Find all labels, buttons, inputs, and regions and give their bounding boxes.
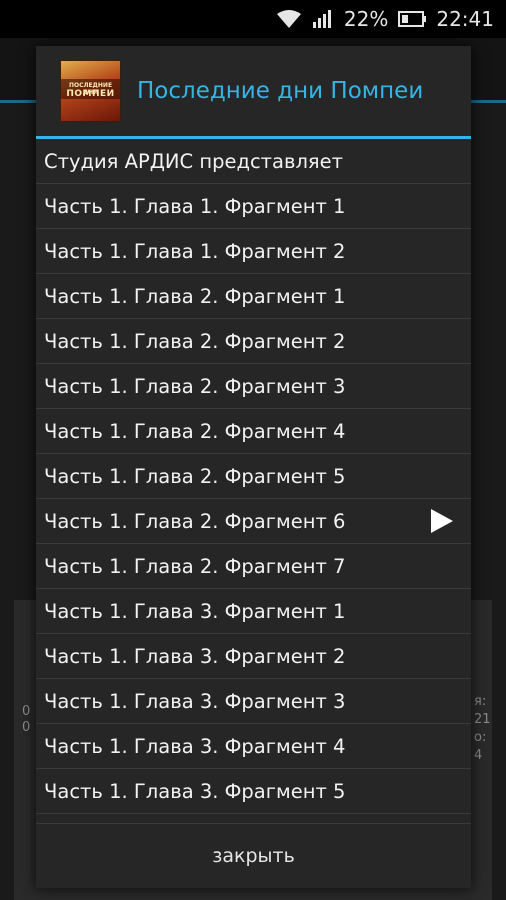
cover-line-2: ПОМПЕИ xyxy=(66,89,115,99)
track-list-item[interactable]: Часть 1. Глава 3. Фрагмент 4 xyxy=(36,724,471,769)
clock: 22:41 xyxy=(436,7,494,31)
book-cover-image: ПОСЛЕДНИЕ ДНИ ПОМПЕИ xyxy=(60,60,121,122)
background-text-fragment: 0 xyxy=(22,704,31,719)
close-button[interactable]: закрыть xyxy=(36,823,471,888)
track-list-item[interactable]: Часть 1. Глава 2. Фрагмент 3 xyxy=(36,364,471,409)
track-list-item[interactable]: Часть 1. Глава 2. Фрагмент 7 xyxy=(36,544,471,589)
track-list-item[interactable]: Часть 1. Глава 2. Фрагмент 2 xyxy=(36,319,471,364)
track-label: Часть 1. Глава 2. Фрагмент 3 xyxy=(44,374,346,398)
track-list-item[interactable]: Часть 1. Глава 2. Фрагмент 4 xyxy=(36,409,471,454)
background-text-fragment: 4 xyxy=(474,748,483,763)
track-list-item[interactable]: Часть 1. Глава 3. Фрагмент 1 xyxy=(36,589,471,634)
battery-percent: 22% xyxy=(343,7,389,31)
dialog-header: ПОСЛЕДНИЕ ДНИ ПОМПЕИ Последние дни Помпе… xyxy=(36,46,471,136)
track-label: Часть 1. Глава 1. Фрагмент 2 xyxy=(44,239,346,263)
background-text-fragment: 0 xyxy=(22,720,31,735)
dialog-title: Последние дни Помпеи xyxy=(137,78,424,104)
play-icon xyxy=(431,509,453,533)
background-text-fragment: я: xyxy=(474,694,487,709)
signal-icon xyxy=(312,9,334,29)
track-list-item[interactable]: Часть 1. Глава 2. Фрагмент 6 xyxy=(36,499,471,544)
track-list-item[interactable]: Часть 1. Глава 2. Фрагмент 5 xyxy=(36,454,471,499)
track-list-item[interactable]: Часть 1. Глава 1. Фрагмент 1 xyxy=(36,184,471,229)
playlist-dialog: ПОСЛЕДНИЕ ДНИ ПОМПЕИ Последние дни Помпе… xyxy=(36,46,471,888)
background-text-fragment: 21 xyxy=(474,712,491,727)
track-label: Часть 1. Глава 3. Фрагмент 3 xyxy=(44,689,346,713)
status-bar: 22% 22:41 xyxy=(0,0,506,38)
battery-icon xyxy=(398,10,427,28)
track-label: Часть 1. Глава 2. Фрагмент 4 xyxy=(44,419,346,443)
track-label: Часть 1. Глава 3. Фрагмент 1 xyxy=(44,599,346,623)
background-text-fragment: о: xyxy=(474,730,487,745)
track-label: Часть 1. Глава 2. Фрагмент 5 xyxy=(44,464,346,488)
track-list-item[interactable]: Часть 1. Глава 3. Фрагмент 5 xyxy=(36,769,471,814)
track-label: Часть 1. Глава 1. Фрагмент 1 xyxy=(44,194,346,218)
track-label: Часть 1. Глава 3. Фрагмент 4 xyxy=(44,734,346,758)
track-label: Часть 1. Глава 2. Фрагмент 6 xyxy=(44,509,346,533)
track-label: Часть 1. Глава 2. Фрагмент 1 xyxy=(44,284,346,308)
track-label: Часть 1. Глава 3. Фрагмент 5 xyxy=(44,779,346,803)
track-list-item[interactable]: Часть 1. Глава 1. Фрагмент 2 xyxy=(36,229,471,274)
track-list-item[interactable]: Часть 1. Глава 3. Фрагмент 3 xyxy=(36,679,471,724)
wifi-icon xyxy=(276,9,302,29)
track-label: Часть 1. Глава 2. Фрагмент 2 xyxy=(44,329,346,353)
track-list-item[interactable]: Часть 1. Глава 3. Фрагмент 2 xyxy=(36,634,471,679)
track-label: Часть 1. Глава 3. Фрагмент 2 xyxy=(44,644,346,668)
track-label: Часть 1. Глава 2. Фрагмент 7 xyxy=(44,554,346,578)
track-list-item[interactable]: Студия АРДИС представляет xyxy=(36,139,471,184)
track-list-item[interactable]: Часть 1. Глава 2. Фрагмент 1 xyxy=(36,274,471,319)
track-label: Студия АРДИС представляет xyxy=(44,149,344,173)
track-list[interactable]: Студия АРДИС представляет Часть 1. Глава … xyxy=(36,139,471,823)
